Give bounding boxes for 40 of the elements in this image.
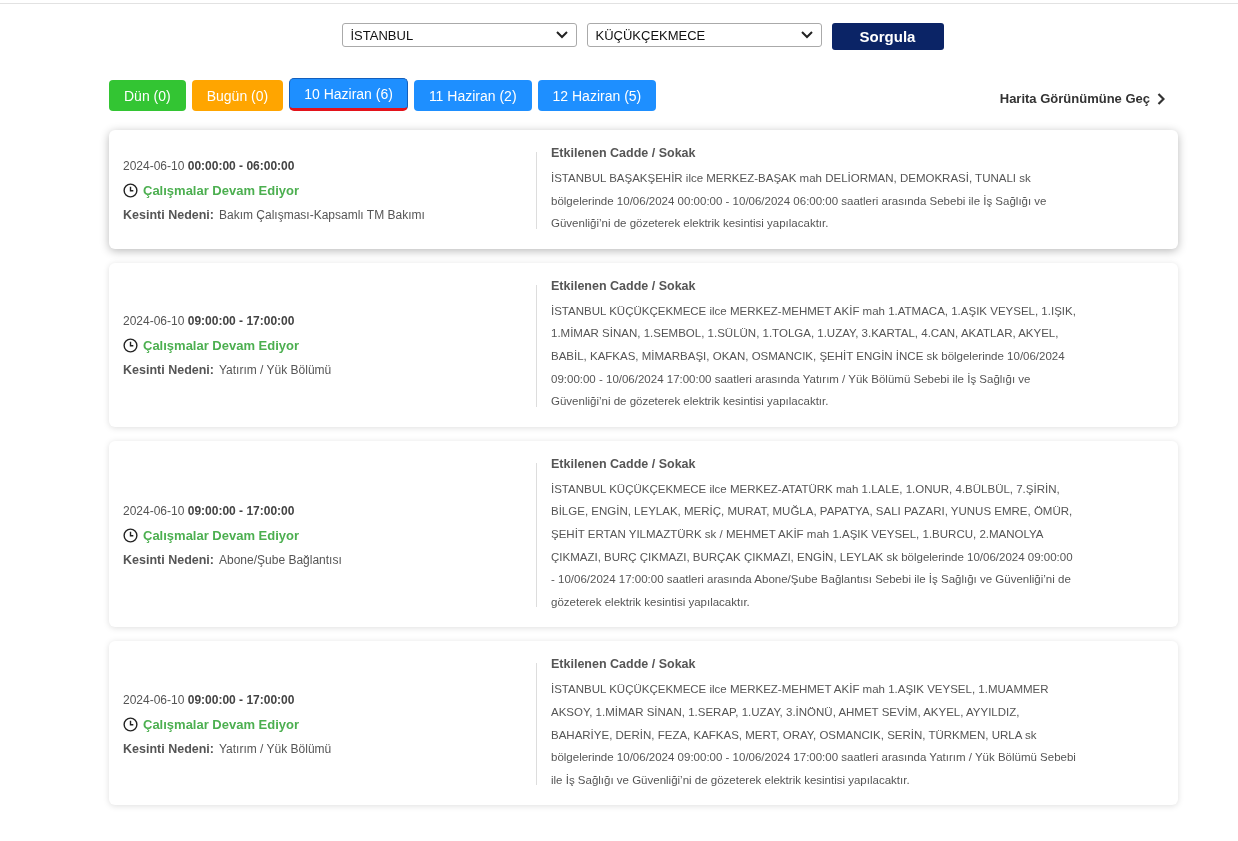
clock-icon <box>123 716 138 732</box>
outage-date-time: 2024-06-10 00:00:00 - 06:00:00 <box>123 158 296 173</box>
streets-title: Etkilenen Cadde / Sokak <box>551 278 697 293</box>
city-select[interactable]: İSTANBUL <box>341 23 577 47</box>
streets-title: Etkilenen Cadde / Sokak <box>551 657 697 672</box>
reason-text: Abone/Şube Bağlantısı <box>219 552 342 567</box>
reason-label: Kesinti Nedeni: <box>123 552 214 567</box>
status-text: Çalışmalar Devam Ediyor <box>143 716 300 732</box>
day-tab[interactable]: 11 Haziran (2) <box>413 80 532 111</box>
chevron-down-icon <box>800 31 813 39</box>
reason-text: Bakım Çalışması-Kapsamlı TM Bakımı <box>219 207 425 222</box>
map-view-link[interactable]: Harita Görünümüne Geç <box>999 91 1165 106</box>
day-tab[interactable]: 10 Haziran (6) <box>289 78 408 111</box>
reason-label: Kesinti Nedeni: <box>123 741 214 756</box>
status-text: Çalışmalar Devam Ediyor <box>143 338 300 354</box>
query-button[interactable]: Sorgula <box>831 23 944 50</box>
outage-description: İSTANBUL KÜÇÜKÇEKMECE ilce MERKEZ-ATATÜRK mah 1.LALE, 1.ONUR, 4.BÜLBÜL, 7.ŞİRİN, BİLGE, ENGİN, LEYLAK, MERİÇ, MURAT, MUĞLA, PAPATYA, SALI PAZARI, YUNUS EMRE, ÖMÜR, ŞEHİT ERTAN YILMAZTÜRK sk / MEHMET AKİF mah 1.AŞIK VEYSEL, 1.BURCU, 2.MANOLYA ÇIKMAZI, BURÇ ÇIKMAZI, BURÇAK ÇIKMAZI, ENGİN, LEYLAK sk bölgelerinde 10/06/2024 09:00:00 - 10/06/2024 17:00:00 saatleri arasında Abone/Şube Bağlantısı Sebebi ile İş Sağlığı ve Güvenliği’ni de gözeterek elektrik kesintisi yapılacaktır. <box>551 481 1074 610</box>
outage-description: İSTANBUL BAŞAKŞEHİR ilce MERKEZ-BAŞAK mah DELİORMAN, DEMOKRASİ, TUNALI sk bölgelerinde 10/06/2024 00:00:00 - 10/06/2024 06:00:00 saatleri arasında Sebebi ile İş Sağlığı ve Güvenliği’ni de gözeterek elektrik kesintisi yapılacaktır. <box>551 171 1048 232</box>
reason-label: Kesinti Nedeni: <box>123 363 214 378</box>
reason-text: Yatırım / Yük Bölümü <box>219 363 332 378</box>
status-text: Çalışmalar Devam Ediyor <box>143 182 300 198</box>
day-tab[interactable]: Bugün (0) <box>191 80 284 111</box>
district-select[interactable]: KÜÇÜKÇEKMECE <box>586 23 822 47</box>
reason-text: Yatırım / Yük Bölümü <box>219 741 332 756</box>
outage-description: İSTANBUL KÜÇÜKÇEKMECE ilce MERKEZ-MEHMET AKİF mah 1.ATMACA, 1.AŞIK VEYSEL, 1.IŞIK, 1.MİMAR SİNAN, 1.SEMBOL, 1.SÜLÜN, 1.TOLGA, 1.UZAY, 3.KARTAL, 4.CAN, AKATLAR, AKYEL, BABİL, KAFKAS, MİMARBAŞI, OKAN, OSMANCIK, ŞEHİT ENGİN İNCE sk bölgelerinde 10/06/2024 09:00:00 - 10/06/2024 17:00:00 saatleri arasında Yatırım / Yük Bölümü Sebebi ile İş Sağlığı ve Güvenliği’ni de gözeterek elektrik kesintisi yapılacaktır. <box>551 303 1076 410</box>
outage-date-time: 2024-06-10 09:00:00 - 17:00:00 <box>123 503 296 518</box>
day-tab[interactable]: 12 Haziran (5) <box>537 80 657 111</box>
clock-icon <box>123 527 138 543</box>
day-tab[interactable]: Dün (0) <box>109 80 186 111</box>
outage-date-time: 2024-06-10 09:00:00 - 17:00:00 <box>123 692 296 707</box>
status-text: Çalışmalar Devam Ediyor <box>143 527 300 543</box>
clock-icon <box>123 338 138 354</box>
reason-label: Kesinti Nedeni: <box>123 207 214 222</box>
clock-icon <box>123 182 138 198</box>
outage-date-time: 2024-06-10 09:00:00 - 17:00:00 <box>123 314 296 329</box>
outage-description: İSTANBUL KÜÇÜKÇEKMECE ilce MERKEZ-MEHMET AKİF mah 1.AŞIK VEYSEL, 1.MUAMMER AKSOY, 1.MİMAR SİNAN, 1.SERAP, 1.UZAY, 3.İNÖNÜ, AHMET SEVİM, AKYEL, AYYILDIZ, BAHARİYE, DERİN, FEZA, KAFKAS, MERT, ORAY, OSMANCIK, SERİN, TÜRKMEN, URLA sk bölgelerinde 10/06/2024 09:00:00 - 10/06/2024 17:00:00 saatleri arasında Yatırım / Yük Bölümü Sebebi ile İş Sağlığı ve Güvenliği’ni de gözeterek elektrik kesintisi yapılacaktır. <box>551 682 1076 788</box>
chevron-right-icon <box>1157 92 1165 105</box>
streets-title: Etkilenen Cadde / Sokak <box>551 146 697 160</box>
streets-title: Etkilenen Cadde / Sokak <box>551 456 697 471</box>
chevron-down-icon <box>555 31 568 39</box>
